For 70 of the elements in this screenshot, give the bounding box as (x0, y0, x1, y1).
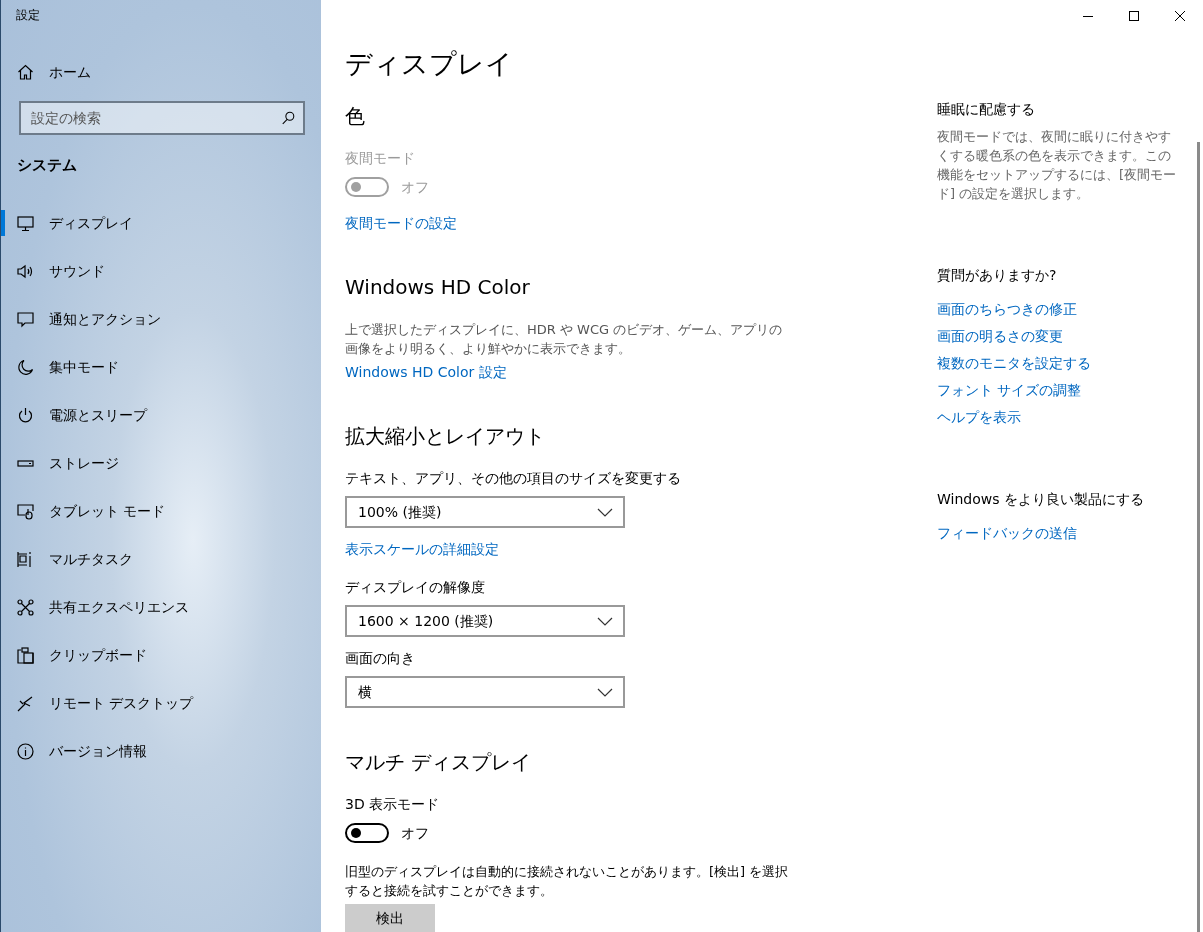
section-heading: システム (17, 155, 78, 176)
monitor-icon (17, 214, 34, 232)
dropdown-value: 100% (推奨) (358, 502, 442, 522)
description-text: 旧型のディスプレイは自動的に接続されないことがあります。[検出] を選択すると接続を試すことができます。 (345, 863, 790, 900)
network-nodes-icon (17, 598, 34, 616)
moon-icon (17, 358, 34, 376)
description-text: 上で選択したディスプレイに、HDR や WCG のビデオ、ゲーム、アプリの画像をより明るく、より鮮やかに表示できます。 (345, 321, 784, 358)
clipboard-icon (17, 646, 34, 664)
sidebar-item[interactable]: ストレージ (1, 439, 321, 487)
sidebar-item[interactable]: タブレット モード (1, 487, 321, 535)
help-link[interactable]: フォント サイズの調整 (937, 380, 1082, 400)
sidebar-item[interactable]: サウンド (1, 247, 321, 295)
detect-button[interactable]: 検出 (345, 904, 435, 932)
help-link[interactable]: フィードバックの送信 (937, 523, 1077, 543)
search-field[interactable]: 設定の検索 (19, 101, 305, 135)
panel-description: 夜間モードでは、夜間に眠りに付きやすくする暖色系の色を表示できます。この機能をセットアップするには、[夜間モード] の設定を選択します。 (937, 128, 1178, 203)
dropdown-value: 1600 × 1200 (推奨) (358, 611, 494, 631)
dropdown-select[interactable]: 100% (推奨) (345, 496, 625, 528)
setting-label: テキスト、アプリ、その他の項目のサイズを変更する (345, 469, 682, 488)
panel-heading: Windows をより良い製品にする (937, 490, 1145, 509)
section-heading: マルチ ディスプレイ (345, 749, 533, 776)
speaker-icon (17, 262, 34, 280)
dropdown-value: 横 (358, 682, 372, 702)
chevron-down-icon (597, 687, 613, 697)
panel-heading: 睡眠に配慮する (937, 100, 1036, 119)
dropdown-select[interactable]: 横 (345, 676, 625, 708)
settings-link[interactable]: 夜間モードの設定 (345, 213, 457, 233)
power-icon (17, 406, 34, 424)
scrollbar-thumb[interactable] (1197, 142, 1200, 932)
setting-label: 夜間モード (345, 149, 416, 168)
toggle-state-text: オフ (401, 178, 429, 197)
settings-link[interactable]: Windows HD Color 設定 (345, 362, 507, 382)
window-title: 設定 (15, 7, 41, 24)
sidebar-item[interactable]: 共有エクスペリエンス (1, 583, 321, 631)
close-icon (1175, 11, 1185, 21)
sidebar-item[interactable]: マルチタスク (1, 535, 321, 583)
help-link[interactable]: 複数のモニタを設定する (937, 353, 1091, 373)
info-icon (17, 742, 34, 760)
settings-link[interactable]: 表示スケールの詳細設定 (345, 539, 499, 559)
dropdown-select[interactable]: 1600 × 1200 (推奨) (345, 605, 625, 637)
angle-lines-icon (17, 694, 34, 712)
section-heading: Windows HD Color (345, 274, 531, 301)
chevron-down-icon (597, 507, 613, 517)
help-link[interactable]: ヘルプを表示 (937, 407, 1021, 427)
section-heading: 拡大縮小とレイアウト (345, 423, 546, 450)
sidebar-item[interactable]: クリップボード (1, 631, 321, 679)
sidebar-item[interactable]: 集中モード (1, 343, 321, 391)
search-icon (281, 111, 296, 126)
help-link[interactable]: 画面のちらつきの修正 (937, 299, 1077, 319)
panel-heading: 質問がありますか? (937, 266, 1058, 285)
section-heading: 色 (345, 103, 366, 130)
setting-label: ディスプレイの解像度 (345, 578, 486, 597)
tablet-icon (17, 502, 34, 520)
sidebar-item[interactable]: ディスプレイ (1, 199, 321, 247)
multitask-icon (17, 550, 34, 568)
speech-bubble-icon (17, 310, 34, 328)
sidebar-item[interactable]: 通知とアクション (1, 295, 321, 343)
page-title: ディスプレイ (345, 47, 514, 81)
chevron-down-icon (597, 616, 613, 626)
home-icon (17, 63, 34, 81)
sidebar-item[interactable]: バージョン情報 (1, 727, 321, 775)
maximize-icon (1129, 11, 1139, 21)
setting-label: 3D 表示モード (345, 795, 441, 814)
sidebar-item[interactable]: リモート デスクトップ (1, 679, 321, 727)
home-nav-item[interactable]: ホーム (1, 48, 321, 96)
setting-label: 画面の向き (345, 649, 416, 668)
toggle-state-text: オフ (401, 824, 429, 843)
help-link[interactable]: 画面の明るさの変更 (937, 326, 1063, 346)
sidebar-item[interactable]: 電源とスリープ (1, 391, 321, 439)
toggle-switch[interactable] (345, 823, 389, 843)
